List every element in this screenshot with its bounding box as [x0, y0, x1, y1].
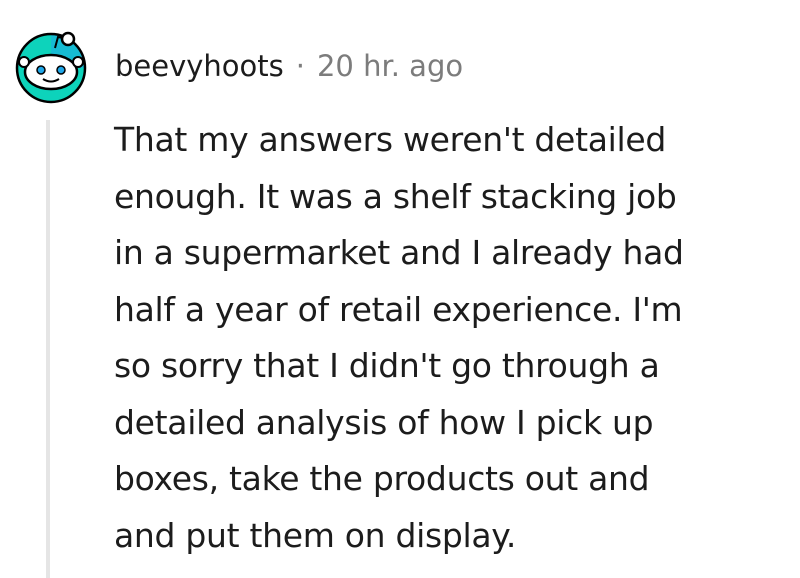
comment-body-line: That my answers weren't detailed: [114, 120, 667, 159]
meta-separator: ·: [295, 49, 305, 83]
thread-collapse-line[interactable]: [46, 120, 50, 578]
comment-author[interactable]: beevyhoots: [115, 49, 284, 83]
reddit-snoo-avatar-icon: [15, 31, 87, 104]
comment-body-line: in a supermarket and I already had: [114, 233, 684, 272]
user-avatar[interactable]: [11, 28, 91, 108]
comment-body-line: boxes, take the products out and: [114, 459, 650, 498]
comment-meta: beevyhoots · 20 hr. ago: [115, 44, 463, 88]
comment-body-line: and put them on display.: [114, 515, 517, 555]
comment-body-line: so sorry that I didn't go through a: [114, 346, 660, 385]
comment-body-line: half a year of retail experience. I'm: [114, 289, 683, 329]
comment-body: That my answers weren't detailed enough.…: [114, 112, 784, 564]
comment-timestamp[interactable]: 20 hr. ago: [317, 49, 463, 83]
comment-body-line: enough. It was a shelf stacking job: [114, 176, 677, 216]
comment-body-line: detailed analysis of how I pick up: [114, 402, 654, 442]
